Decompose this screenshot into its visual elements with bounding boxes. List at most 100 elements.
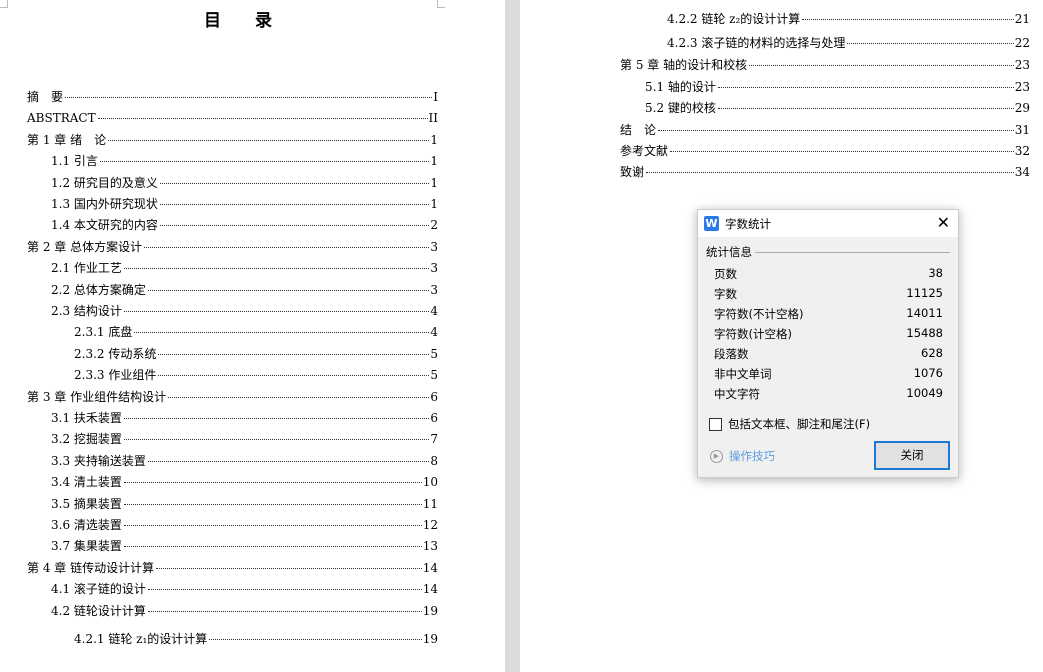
toc-entry[interactable]: 3.3 夹持输送装置 8	[51, 453, 438, 469]
toc-entry-text: 2.3.1 底盘	[74, 325, 133, 339]
toc-leader	[65, 97, 433, 98]
stat-label: 非中文单词	[714, 367, 772, 381]
toc-entry[interactable]: 5.1 轴的设计 23	[645, 79, 1030, 95]
wps-logo-icon: W	[704, 216, 719, 231]
toc-entry[interactable]: 第 5 章 轴的设计和校核 23	[620, 57, 1030, 73]
toc-entry[interactable]: 致谢 34	[620, 164, 1030, 180]
toc-leader	[158, 354, 430, 355]
toc-leader	[147, 290, 430, 291]
stat-value: 1076	[913, 366, 943, 380]
toc-entry[interactable]: 4.2.2 链轮 z₂的设计计算 21	[667, 11, 1030, 27]
toc-leader	[158, 375, 430, 376]
toc-entry-text: 致谢	[620, 165, 645, 179]
toc-entry[interactable]: 第 4 章 链传动设计计算 14	[27, 560, 438, 576]
stat-row: 字符数(不计空格) 14011	[714, 306, 943, 322]
toc-page-number: 14	[422, 561, 438, 575]
toc-leader	[159, 225, 430, 226]
toc-page-number: 6	[430, 390, 438, 404]
toc-page-number: 5	[430, 368, 438, 382]
toc-entry[interactable]: 3.6 清选装置 12	[51, 517, 438, 533]
toc-entry[interactable]: 3.5 摘果装置 11	[51, 496, 438, 512]
close-button[interactable]: 关闭	[874, 441, 950, 470]
toc-page-number: 4	[430, 325, 438, 339]
toc-entry-text: 摘 要	[27, 90, 64, 104]
toc-leader	[123, 268, 430, 269]
toc-leader	[147, 589, 422, 590]
toc-entry-text: 5.2 键的校核	[645, 101, 716, 115]
toc-entry-text: 1.3 国内外研究现状	[51, 197, 158, 211]
toc-entry-text: 4.1 滚子链的设计	[51, 582, 146, 596]
stat-value: 38	[928, 266, 943, 280]
toc-leader	[670, 151, 1014, 152]
toc-entry[interactable]: 4.2.1 链轮 z₁的设计计算 19	[74, 631, 438, 647]
toc-leader	[147, 611, 422, 612]
toc-page-number: 3	[430, 261, 438, 275]
checkbox-label: 包括文本框、脚注和尾注(F)	[728, 417, 871, 431]
toc-entry[interactable]: 1.2 研究目的及意义 1	[51, 175, 438, 191]
stat-row: 字数 11125	[714, 286, 943, 302]
toc-page-number: 1	[430, 197, 438, 211]
toc-page-number: 22	[1014, 36, 1030, 50]
toc-entry[interactable]: 2.2 总体方案确定 3	[51, 282, 438, 298]
toc-entry[interactable]: 1.1 引言 1	[51, 153, 438, 169]
toc-entry[interactable]: 2.3.2 传动系统 5	[74, 346, 438, 362]
toc-entry-text: 3.7 集果装置	[51, 539, 122, 553]
toc-page-number: 23	[1014, 58, 1030, 72]
toc-entry[interactable]: 第 1 章 绪 论 1	[27, 132, 438, 148]
page-gap	[505, 0, 520, 672]
toc-entry-text: 3.2 挖掘装置	[51, 432, 122, 446]
toc-page-number: 11	[422, 497, 438, 511]
toc-entry[interactable]: 3.4 清土装置 10	[51, 474, 438, 490]
toc-page-number: 1	[430, 133, 438, 147]
toc-entry[interactable]: 第 2 章 总体方案设计 3	[27, 239, 438, 255]
stat-value: 628	[921, 346, 943, 360]
toc-entry[interactable]: 4.2.3 滚子链的材料的选择与处理 22	[667, 35, 1030, 51]
toc-leader	[209, 639, 422, 640]
toc-entry-text: 3.1 扶禾装置	[51, 411, 122, 425]
toc-page-number: 19	[422, 604, 438, 618]
toc-entry[interactable]: 2.1 作业工艺 3	[51, 260, 438, 276]
toc-leader	[123, 482, 422, 483]
toc-entry-text: ABSTRACT	[27, 111, 96, 125]
left-page: 目 录 摘 要 I ABSTRACT II 第 1 章 绪 论 1 1.1 引言 1 1.2 研…	[0, 0, 505, 672]
stat-label: 字符数(计空格)	[714, 327, 792, 341]
toc-page-number: 1	[430, 176, 438, 190]
toc-entry[interactable]: 结 论 31	[620, 122, 1030, 138]
stat-row: 非中文单词 1076	[714, 366, 943, 382]
toc-entry-text: 2.3.3 作业组件	[74, 368, 157, 382]
toc-entry[interactable]: ABSTRACT II	[27, 110, 438, 126]
toc-entry[interactable]: 4.2 链轮设计计算 19	[51, 603, 438, 619]
toc-entry-text: 3.6 清选装置	[51, 518, 122, 532]
toc-entry[interactable]: 摘 要I	[27, 89, 438, 105]
toc-entry[interactable]: 1.4 本文研究的内容 2	[51, 217, 438, 233]
toc-entry-text: 4.2.3 滚子链的材料的选择与处理	[667, 36, 846, 50]
crop-mark	[0, 0, 8, 8]
checkbox-box[interactable]	[709, 417, 722, 431]
toc-entry[interactable]: 4.1 滚子链的设计 14	[51, 581, 438, 597]
toc-page-number: 13	[422, 539, 438, 553]
toc-page-number: 3	[430, 283, 438, 297]
toc-leader	[123, 525, 422, 526]
toc-entry[interactable]: 参考文献 32	[620, 143, 1030, 159]
toc-entry[interactable]: 3.1 扶禾装置 6	[51, 410, 438, 426]
toc-entry-text: 2.3 结构设计	[51, 304, 122, 318]
toc-entry-text: 3.5 摘果装置	[51, 497, 122, 511]
toc-entry[interactable]: 5.2 键的校核 29	[645, 100, 1030, 116]
include-textbox-checkbox[interactable]: 包括文本框、脚注和尾注(F)	[709, 416, 870, 432]
tips-link[interactable]: ▶ 操作技巧	[710, 448, 775, 464]
toc-entry[interactable]: 第 3 章 作业组件结构设计 6	[27, 389, 438, 405]
close-icon[interactable]: ✕	[937, 213, 950, 232]
toc-entry[interactable]: 1.3 国内外研究现状 1	[51, 196, 438, 212]
toc-entry-text: 第 2 章 总体方案设计	[27, 240, 143, 254]
toc-entry[interactable]: 2.3.1 底盘 4	[74, 324, 438, 340]
toc-entry[interactable]: 3.2 挖掘装置 7	[51, 431, 438, 447]
toc-leader	[123, 546, 422, 547]
toc-entry[interactable]: 2.3 结构设计 4	[51, 303, 438, 319]
play-circle-icon: ▶	[710, 449, 723, 463]
stat-row: 段落数 628	[714, 346, 943, 362]
toc-entry[interactable]: 3.7 集果装置 13	[51, 538, 438, 554]
toc-entry[interactable]: 2.3.3 作业组件 5	[74, 367, 438, 383]
toc-page-number: 7	[430, 432, 438, 446]
toc-leader	[168, 397, 430, 398]
stat-label: 中文字符	[714, 387, 760, 401]
